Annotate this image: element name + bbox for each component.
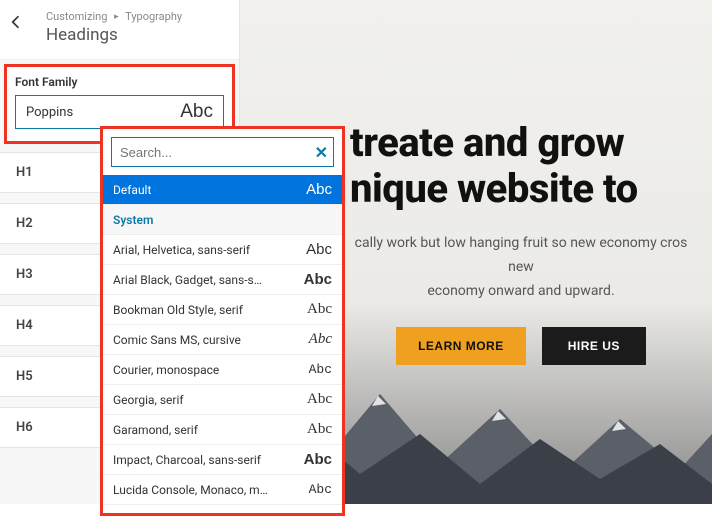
dropdown-option-preview: Abc (306, 241, 332, 258)
dropdown-font-option[interactable]: Impact, Charcoal, sans-serif Abc (103, 445, 342, 475)
dropdown-section-header: System (103, 205, 342, 235)
hero-sub-line3: economy onward and upward. (350, 280, 692, 304)
breadcrumb: Customizing ▸ Typography (46, 10, 229, 23)
dropdown-font-option[interactable]: Courier, monospace Abc (103, 355, 342, 385)
dropdown-list[interactable]: Default Abc System Arial, Helvetica, sans-s… (103, 175, 342, 513)
dropdown-option-label: System (113, 213, 153, 227)
dropdown-option-preview: Abc (306, 181, 332, 198)
learn-more-button[interactable]: LEARN MORE (396, 327, 526, 365)
breadcrumb-separator: ▸ (114, 12, 119, 22)
font-family-value: Poppins (26, 105, 73, 120)
dropdown-font-option[interactable]: Lucida Console, Monaco, mon… Abc (103, 475, 342, 505)
panel-title: Headings (46, 25, 229, 45)
font-family-preview: Abc (180, 101, 213, 123)
dropdown-font-option[interactable]: Default Abc (103, 175, 342, 205)
dropdown-option-preview: Abc (307, 301, 332, 318)
dropdown-option-label: Lucida Console, Monaco, mon… (113, 483, 268, 497)
dropdown-option-label: Garamond, serif (113, 423, 198, 437)
hero-sub-line2: new (350, 256, 692, 280)
back-button[interactable] (8, 14, 28, 34)
dropdown-option-preview: Abc (309, 331, 332, 348)
dropdown-option-label: Courier, monospace (113, 363, 219, 377)
font-dropdown: ✕ Default Abc System Arial, Helvetica, sans… (100, 126, 345, 516)
font-family-label: Font Family (15, 75, 224, 89)
dropdown-option-label: Default (113, 183, 151, 197)
dropdown-search-wrap: ✕ (103, 129, 342, 175)
dropdown-option-preview: Abc (309, 482, 332, 497)
hire-us-button[interactable]: HIRE US (542, 327, 646, 365)
dropdown-font-option[interactable]: Bookman Old Style, serif Abc (103, 295, 342, 325)
dropdown-font-option[interactable]: Georgia, serif Abc (103, 385, 342, 415)
dropdown-option-preview: Abc (304, 271, 332, 288)
dropdown-font-option[interactable]: Comic Sans MS, cursive Abc (103, 325, 342, 355)
dropdown-search-input[interactable] (111, 137, 334, 167)
dropdown-option-preview: Abc (307, 391, 332, 408)
hero-heading-line2: nique website to (350, 166, 692, 212)
dropdown-font-option[interactable]: Arial Black, Gadget, sans-serif Abc (103, 265, 342, 295)
hero-buttons: LEARN MORE HIRE US (350, 327, 692, 365)
breadcrumb-parent: Customizing (46, 10, 107, 23)
dropdown-option-label: Impact, Charcoal, sans-serif (113, 453, 261, 467)
hero-sub-line1: cally work but low hanging fruit so new … (350, 232, 692, 256)
font-family-select[interactable]: Poppins Abc (15, 95, 224, 129)
dropdown-option-label: Lucida Sans Unicode, Lucida G… (113, 513, 268, 514)
dropdown-option-preview: Abc (307, 421, 332, 438)
dropdown-option-preview: Abc (306, 511, 332, 513)
hero-heading-line1: treate and grow (350, 120, 692, 166)
dropdown-option-label: Georgia, serif (113, 393, 184, 407)
hero-subtext: cally work but low hanging fruit so new … (350, 232, 692, 303)
dropdown-option-label: Arial, Helvetica, sans-serif (113, 243, 250, 257)
panel-header: Customizing ▸ Typography Headings (0, 0, 239, 60)
dropdown-clear-icon[interactable]: ✕ (315, 143, 328, 162)
dropdown-font-option[interactable]: Lucida Sans Unicode, Lucida G… Abc (103, 505, 342, 513)
dropdown-option-label: Comic Sans MS, cursive (113, 333, 241, 347)
dropdown-font-option[interactable]: Garamond, serif Abc (103, 415, 342, 445)
chevron-left-icon (8, 14, 24, 30)
dropdown-option-preview: Abc (309, 362, 332, 377)
breadcrumb-current: Typography (125, 10, 182, 23)
dropdown-option-label: Arial Black, Gadget, sans-serif (113, 273, 268, 287)
dropdown-option-preview: Abc (304, 451, 332, 468)
dropdown-option-label: Bookman Old Style, serif (113, 303, 243, 317)
dropdown-font-option[interactable]: Arial, Helvetica, sans-serif Abc (103, 235, 342, 265)
